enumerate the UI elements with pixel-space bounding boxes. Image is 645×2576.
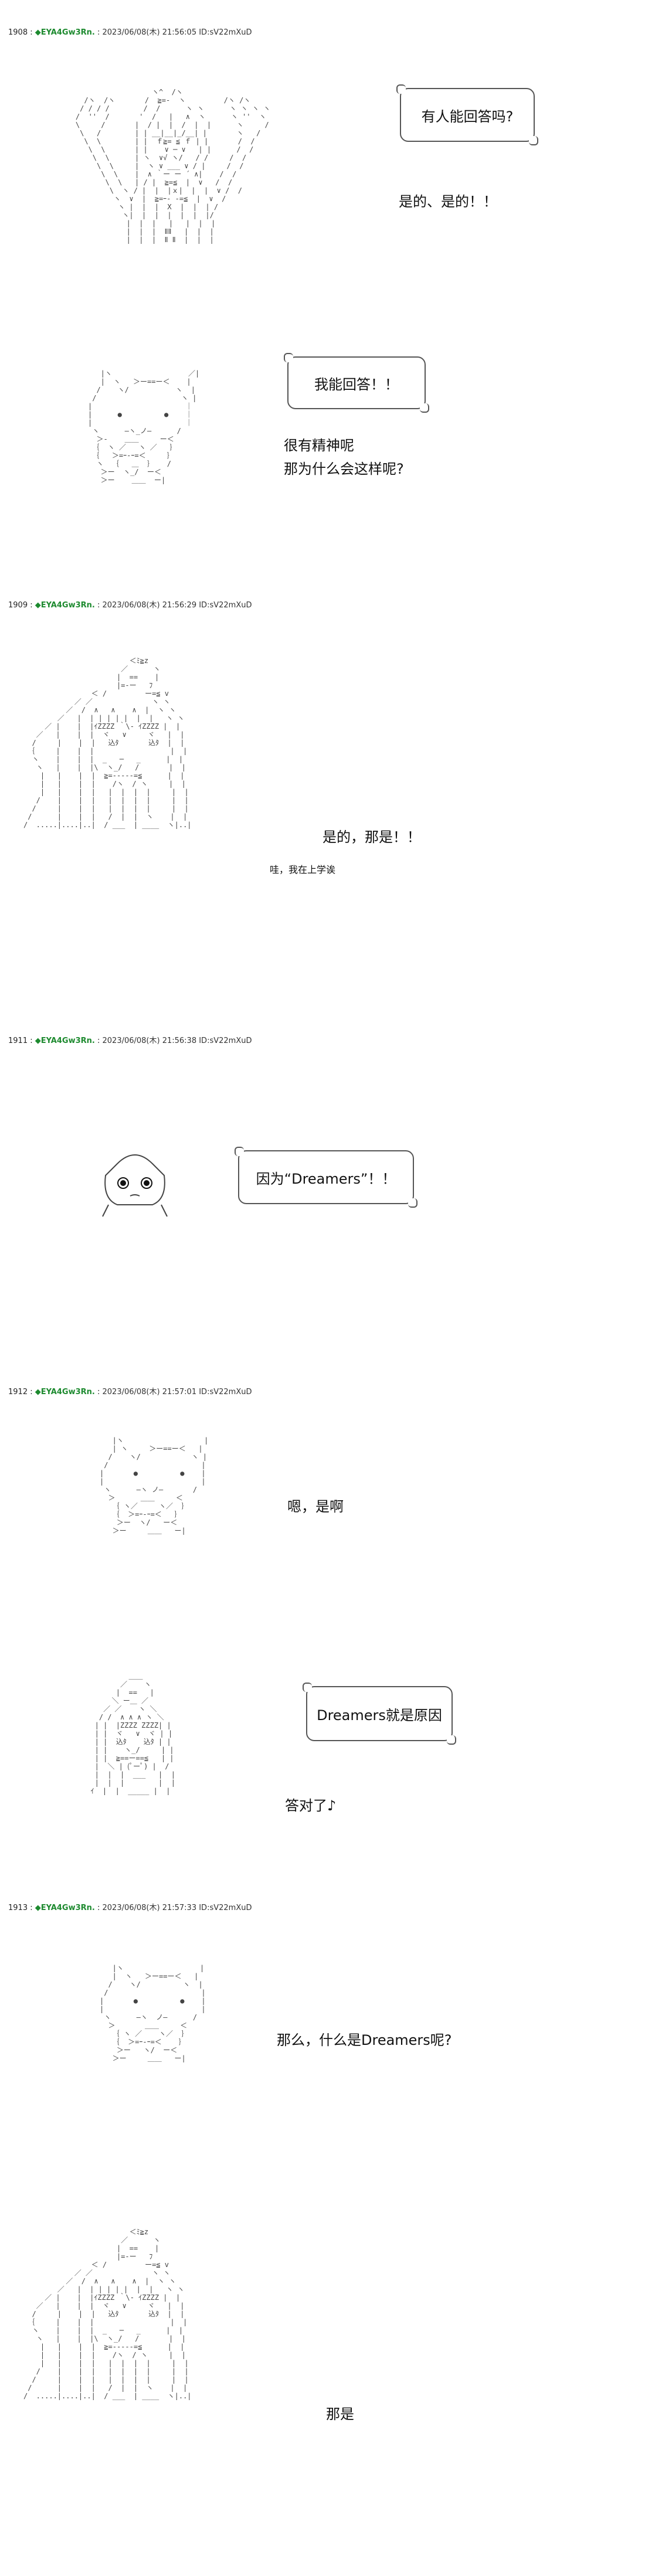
round-face-icon [102,1154,168,1217]
dialogue-text: 很有精神呢 那为什么会这样呢? [284,437,404,477]
post-number: 1911 [8,1036,28,1045]
dialogue-text: 那是 [326,2406,354,2422]
post-number: 1913 [8,1904,28,1912]
speech-bubble: 我能回答！！ [284,353,429,413]
post-header: 1911 : ◆EYA4Gw3Rn. : 2023/06/08(木) 21:56… [8,1036,252,1045]
dialogue-text: 答对了♪ [285,1797,337,1814]
dialogue-text: 嗯，是啊 [287,1498,344,1515]
poster-name[interactable]: ◆EYA4Gw3Rn. [35,1036,95,1045]
ascii-art-student-figure: ＜ﾐ≧z ／ ヽ | == | |=-ー ﾌ ＜ / ー=≦ v ／ ／ ヽ ヽ… [23,2228,192,2400]
ascii-art-cat: |ヽ | | ヽ ＞ー==ー＜ | / ヽ/ ヽ | / | | ● ● | |… [100,1964,206,2062]
post-header: 1913 : ◆EYA4Gw3Rn. : 2023/06/08(木) 21:57… [8,1904,252,1912]
ascii-art-cat: |ヽ | | ヽ ＞ー==ー＜ | / ヽ/ ヽ | / | | ● ● | |… [100,1436,209,1535]
post-number: 1908 [8,28,28,37]
ascii-art-cat: |ヽ ／| | ヽ ＞ー==ー＜ | / ヽ/ ヽ | / ヽ | | ｜ | … [88,369,200,484]
ascii-art-student-figure: ＜ﾐ≧z ／ ヽ | == | |=-ー ﾌ ＜ / ー=≦ v ／ ／ ヽ ヽ… [23,657,192,829]
speech-bubble: 因为“Dreamers”！！ [235,1147,417,1208]
post-header: 1909 : ◆EYA4Gw3Rn. : 2023/06/08(木) 21:56… [8,601,252,610]
speech-bubble: 有人能回答吗? [396,84,538,145]
ascii-art-student-figure: ＿＿ ／ ヽ | == | ＼ ー＿ ／ ／ ／ ヽ ＼ / / ∧ ∧ ∧ ヽ… [90,1672,175,1795]
dialogue-text: 那么，什么是Dreamers呢? [277,2032,452,2048]
dialogue-text: 是的，那是！！ [322,829,421,845]
poster-name[interactable]: ◆EYA4Gw3Rn. [35,1904,95,1912]
dialogue-text: 是的、是的！！ [399,193,497,210]
post-meta: 2023/06/08(木) 21:57:33 ID:sV22mXuD [102,1904,252,1912]
post-meta: 2023/06/08(木) 21:56:29 ID:sV22mXuD [102,601,252,610]
post-meta: 2023/06/08(木) 21:56:38 ID:sV22mXuD [102,1036,252,1045]
post-meta: 2023/06/08(木) 21:56:05 ID:sV22mXuD [102,28,252,37]
poster-name[interactable]: ◆EYA4Gw3Rn. [35,1388,95,1396]
post-header: 1912 : ◆EYA4Gw3Rn. : 2023/06/08(木) 21:57… [8,1388,252,1396]
post-number: 1909 [8,601,28,610]
poster-name[interactable]: ◆EYA4Gw3Rn. [35,28,95,37]
post-number: 1912 [8,1388,28,1396]
poster-name[interactable]: ◆EYA4Gw3Rn. [35,601,95,610]
speech-bubble: Dreamers就是原因 [303,1683,456,1745]
ascii-art-cheering-students: ヽ^ /ヽ /ヽ /ヽ / ≧=- ヽ /ヽ /ヽ / / / / / / ヽ … [75,88,270,244]
post-meta: 2023/06/08(木) 21:57:01 ID:sV22mXuD [102,1388,252,1396]
post-header: 1908 : ◆EYA4Gw3Rn. : 2023/06/08(木) 21:56… [8,28,252,37]
dialogue-small-text: 哇，我在上学诶 [270,864,336,875]
